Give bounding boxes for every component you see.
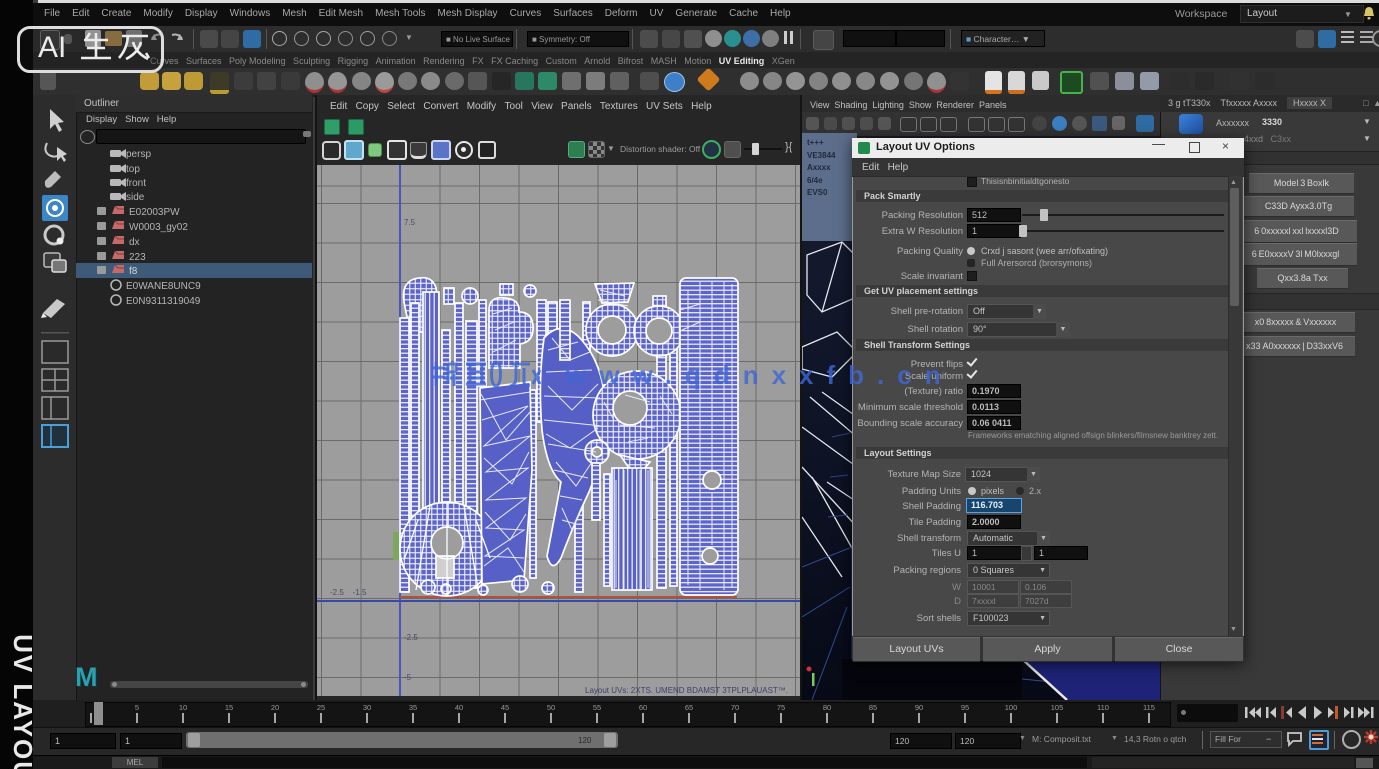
svg-text:f8: f8 [129,266,138,277]
svg-text:dx: dx [129,237,140,248]
svg-text:45: 45 [501,703,509,712]
svg-text:persp: persp [126,149,151,160]
svg-text:25: 25 [317,703,325,712]
svg-text:105: 105 [1051,703,1064,712]
svg-text:15: 15 [225,703,233,712]
svg-text:70: 70 [731,703,739,712]
svg-text:20: 20 [271,703,279,712]
svg-text:110: 110 [1097,703,1109,712]
svg-text:115: 115 [1143,703,1155,712]
svg-text:5: 5 [135,703,139,712]
svg-text:50: 50 [547,703,555,712]
svg-text:W0003_gy02: W0003_gy02 [129,222,188,233]
svg-text:95: 95 [961,703,969,712]
svg-text:top: top [126,164,140,175]
svg-text:60: 60 [639,703,647,712]
svg-text:front: front [126,178,146,189]
svg-text:E0WANE8UNC9: E0WANE8UNC9 [126,281,201,292]
svg-text:E0N9311319049: E0N9311319049 [126,296,201,307]
svg-text:65: 65 [685,703,693,712]
svg-text:223: 223 [129,252,146,263]
svg-text:55: 55 [593,703,601,712]
svg-text:E02003PW: E02003PW [129,207,180,218]
svg-text:35: 35 [409,703,417,712]
svg-text:100: 100 [1005,703,1018,712]
svg-text:75: 75 [777,703,785,712]
svg-text:40: 40 [455,703,463,712]
svg-text:85: 85 [869,703,877,712]
svg-text:10: 10 [179,703,187,712]
svg-text:side: side [126,192,145,203]
svg-text:80: 80 [823,703,831,712]
svg-text:90: 90 [915,703,923,712]
svg-text:30: 30 [363,703,371,712]
